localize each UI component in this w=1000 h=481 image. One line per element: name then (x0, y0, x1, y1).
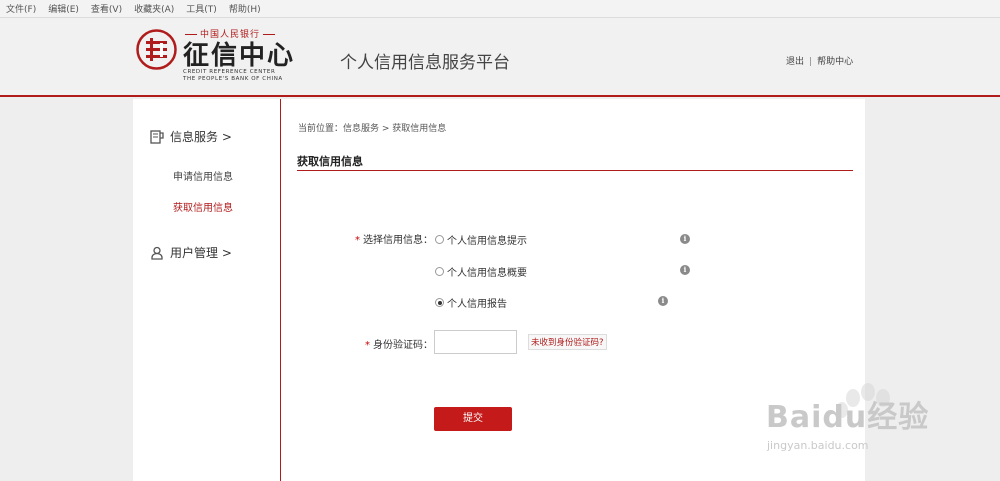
section-divider (297, 170, 853, 171)
info-icon[interactable]: i (680, 265, 690, 275)
option-credit-report[interactable]: 个人信用报告 (435, 295, 507, 310)
radio-button[interactable] (435, 267, 444, 276)
sidebar-item-info-service[interactable]: 信息服务 > (150, 128, 232, 145)
section-title: 获取信用信息 (297, 155, 363, 168)
menu-file[interactable]: 文件(F) (6, 2, 36, 15)
logo-english-line2: THE PEOPLE'S BANK OF CHINA (183, 76, 283, 82)
sidebar-item-label: 用户管理 > (170, 246, 232, 260)
radio-button[interactable] (435, 235, 444, 244)
info-icon[interactable]: i (658, 296, 668, 306)
document-icon (150, 129, 164, 144)
option-label: 个人信用信息概要 (447, 268, 527, 279)
option-label: 个人信用报告 (447, 299, 507, 310)
site-header: 中国人民银行 征信中心 CREDIT REFERENCE CENTER THE … (0, 18, 1000, 97)
option-label: 个人信用信息提示 (447, 236, 527, 247)
credit-center-seal-icon (136, 29, 177, 70)
not-received-code-link[interactable]: 未收到身份验证码? (528, 334, 607, 350)
content-panel: 信息服务 > 申请信用信息 获取信用信息 用户管理 > 当前位置：信息服务 > … (133, 99, 865, 481)
option-credit-tips[interactable]: 个人信用信息提示 (435, 232, 527, 247)
platform-title: 个人信用信息服务平台 (340, 53, 510, 73)
required-mark: * (355, 235, 360, 246)
top-links: 退出 | 帮助中心 (786, 54, 853, 67)
info-icon[interactable]: i (680, 234, 690, 244)
sidebar-item-apply-credit[interactable]: 申请信用信息 (173, 168, 233, 183)
logo-english-line1: CREDIT REFERENCE CENTER (183, 69, 276, 75)
menu-help[interactable]: 帮助(H) (229, 2, 261, 15)
menu-bar: 文件(F) 编辑(E) 查看(V) 收藏夹(A) 工具(T) 帮助(H) (0, 0, 1000, 18)
menu-favorites[interactable]: 收藏夹(A) (134, 2, 174, 15)
logo-title: 征信中心 (183, 41, 296, 71)
help-center-link[interactable]: 帮助中心 (817, 57, 853, 67)
watermark-brand: Baidu经验 (766, 400, 930, 435)
menu-view[interactable]: 查看(V) (91, 2, 122, 15)
user-icon (151, 246, 163, 260)
sidebar-item-user-mgmt[interactable]: 用户管理 > (150, 244, 232, 261)
breadcrumb: 当前位置：信息服务 > 获取信用信息 (298, 124, 447, 134)
sidebar: 信息服务 > 申请信用信息 获取信用信息 用户管理 > (133, 99, 281, 481)
submit-button[interactable]: 提交 (434, 407, 512, 431)
verification-code-label: * 身份验证码： (365, 340, 433, 351)
sidebar-item-get-credit[interactable]: 获取信用信息 (173, 199, 233, 214)
link-separator: | (809, 57, 813, 67)
sidebar-item-label: 信息服务 > (170, 130, 232, 144)
watermark-url: jingyan.baidu.com (767, 439, 869, 452)
menu-edit[interactable]: 编辑(E) (48, 2, 79, 15)
menu-tools[interactable]: 工具(T) (186, 2, 217, 15)
verification-code-input[interactable] (434, 330, 517, 354)
required-mark: * (365, 340, 370, 351)
select-credit-label: * 选择信用信息： (355, 235, 433, 246)
option-credit-summary[interactable]: 个人信用信息概要 (435, 264, 527, 279)
radio-button-selected[interactable] (435, 298, 444, 307)
logout-link[interactable]: 退出 (786, 57, 804, 67)
